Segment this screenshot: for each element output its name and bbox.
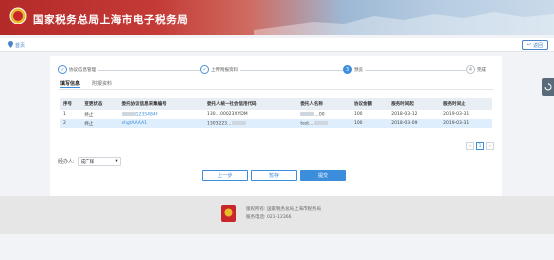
cell-index: 2: [60, 119, 82, 128]
cell-start-date: 2018-03-12: [391, 112, 418, 117]
table-row[interactable]: 1 终止 1235484f 130…00023XYDM …00 100 2018…: [60, 110, 492, 119]
col-header: 序号: [60, 98, 82, 110]
handler-value: 成广辉: [80, 159, 95, 165]
footer: 版权所有: 国家税务总局上海市税务局 服务电话: 021-12366: [0, 196, 554, 234]
tax-emblem-icon: [221, 205, 236, 222]
redacted-block: [231, 120, 246, 125]
cell-index: 1: [63, 112, 66, 117]
handler-field: 经办人: 成广辉 ▾: [58, 157, 121, 166]
agreement-table: 序号 变更状态 委托协议信息采集编号 委托人统一社会信用代码 委托人名称 协议金…: [60, 98, 492, 128]
header-banner: 国家税务总局上海市电子税务局: [0, 0, 554, 35]
table-header-row: 序号 变更状态 委托协议信息采集编号 委托人统一社会信用代码 委托人名称 协议金…: [60, 98, 492, 110]
breadcrumb-home-link[interactable]: 首页: [15, 42, 25, 49]
footer-phone: 服务电话: 021-12366: [246, 215, 292, 220]
return-icon: ↩: [526, 42, 532, 48]
step-3: 3 预览: [343, 65, 365, 74]
cell-amount: 100: [350, 119, 389, 128]
page-number-button[interactable]: 1: [476, 142, 484, 150]
check-icon: ✓: [200, 65, 209, 74]
tab-bar: 填写信息 附报资料: [60, 80, 112, 88]
step-2: ✓ 上传附报资料: [200, 65, 240, 74]
submit-button[interactable]: 提交: [300, 170, 346, 181]
cell-agreement-id-link[interactable]: shgtAAAA1: [118, 119, 204, 128]
cell-status: 终止: [81, 119, 119, 128]
step-1: ✓ 协议信息管理: [58, 65, 98, 74]
handler-select[interactable]: 成广辉 ▾: [77, 157, 121, 166]
floating-help-button[interactable]: [542, 78, 554, 96]
next-page-button[interactable]: ›: [486, 142, 494, 150]
prev-page-button[interactable]: ‹: [466, 142, 474, 150]
cell-start-date: 2018-03-09: [388, 119, 441, 128]
step-4: 4 完成: [466, 65, 488, 74]
tab-fill-info[interactable]: 填写信息: [60, 80, 81, 88]
cell-credit-code: 1303223…: [204, 119, 298, 128]
cell-end-date: 2019-03-31: [440, 119, 492, 128]
cell-credit-code: 130…00023XYDM: [207, 112, 248, 117]
chevron-down-icon: ▾: [115, 159, 118, 164]
tab-attachments[interactable]: 附报资料: [92, 80, 112, 88]
cell-client-name: test…: [297, 119, 351, 128]
footer-text: 版权所有: 国家税务总局上海市税务局 服务电话: 021-12366: [246, 206, 321, 222]
check-icon: ✓: [58, 65, 67, 74]
col-header: 委托协议信息采集编号: [118, 98, 204, 110]
col-header: 委托人名称: [297, 98, 351, 110]
back-button-label: 返回: [533, 42, 544, 49]
cell-agreement-id-link[interactable]: 1235484f: [119, 110, 204, 119]
previous-step-button[interactable]: 上一步: [202, 170, 248, 181]
col-header: 变更状态: [81, 98, 119, 110]
step-1-label: 协议信息管理: [69, 67, 96, 73]
tabs-divider: [58, 89, 494, 90]
redacted-block: [300, 111, 315, 116]
back-button[interactable]: ↩ 返回: [522, 40, 548, 50]
col-header: 协议金额: [350, 98, 389, 110]
col-header: 委托人统一社会信用代码: [204, 98, 298, 110]
handler-label: 经办人:: [58, 159, 75, 165]
footer-copyright: 版权所有: 国家税务总局上海市税务局: [246, 207, 321, 212]
breadcrumb-bar: 首页 ↩ 返回: [0, 38, 554, 52]
step-3-number: 3: [343, 65, 352, 74]
step-4-number: 4: [466, 65, 475, 74]
page-title: 国家税务总局上海市电子税务局: [33, 14, 189, 26]
col-header: 服务时间止: [440, 98, 492, 110]
col-header: 服务时间起: [388, 98, 441, 110]
table-row[interactable]: 2 终止 shgtAAAA1 1303223… test… 100 2018-0…: [60, 119, 492, 128]
step-2-label: 上传附报资料: [211, 67, 238, 73]
pagination: ‹ 1 ›: [466, 142, 494, 150]
progress-steps: ✓ 协议信息管理 ✓ 上传附报资料 3 预览 4 完成: [58, 64, 494, 76]
step-4-label: 完成: [477, 67, 486, 73]
great-wall-decoration: [254, 12, 554, 35]
tax-emblem-icon: [9, 7, 27, 27]
redacted-block: [121, 111, 136, 116]
refresh-icon: [544, 83, 552, 91]
save-draft-button[interactable]: 暂存: [251, 170, 297, 181]
cell-status: 终止: [84, 112, 94, 118]
action-buttons: 上一步 暂存 提交: [202, 170, 346, 181]
cell-amount: 100: [353, 112, 363, 117]
cell-client-name: …00: [297, 110, 351, 119]
redacted-block: [313, 120, 328, 125]
steps-connector-line: [66, 70, 486, 71]
step-3-label: 预览: [354, 67, 363, 73]
cell-end-date: 2019-03-31: [443, 112, 470, 117]
location-pin-icon: [8, 41, 13, 48]
main-card: ✓ 协议信息管理 ✓ 上传附报资料 3 预览 4 完成 填写信息 附报资料 序号…: [50, 56, 502, 196]
